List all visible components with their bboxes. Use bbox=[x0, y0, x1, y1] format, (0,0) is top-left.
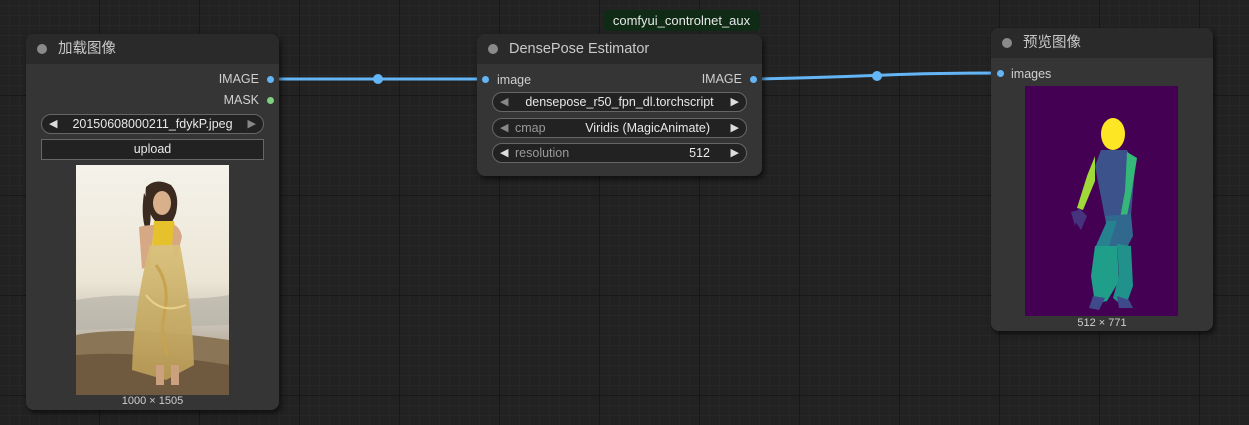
collapse-dot-icon[interactable] bbox=[488, 44, 498, 54]
densepose-output-preview bbox=[1025, 86, 1178, 316]
input-image-label: image bbox=[497, 73, 532, 87]
cmap-select[interactable]: ◀ cmap Viridis (MagicAnimate) ▶ bbox=[492, 118, 747, 138]
loaded-image-preview bbox=[76, 165, 229, 395]
model-select[interactable]: ◀ densepose_r50_fpn_dl.torchscript ▶ bbox=[492, 92, 747, 112]
next-arrow-icon[interactable]: ▶ bbox=[731, 96, 739, 109]
cmap-value: Viridis (MagicAnimate) bbox=[585, 121, 710, 135]
load-image-title: 加载图像 bbox=[58, 41, 116, 57]
resolution-value: 512 bbox=[689, 146, 710, 160]
image-file-select[interactable]: ◀ 20150608000211_fdykP.jpeg ▶ bbox=[41, 114, 264, 134]
resolution-stepper[interactable]: ◀ resolution 512 ▶ bbox=[492, 143, 747, 163]
loaded-image-dimensions: 1000 × 1505 bbox=[121, 395, 184, 407]
input-images-slot[interactable] bbox=[997, 70, 1004, 77]
output-mask-label: MASK bbox=[223, 93, 259, 107]
output-mask-slot[interactable] bbox=[267, 97, 274, 104]
model-value: densepose_r50_fpn_dl.torchscript bbox=[525, 95, 714, 109]
photo-woman-beach bbox=[76, 165, 229, 395]
prev-arrow-icon[interactable]: ◀ bbox=[500, 122, 508, 135]
next-arrow-icon[interactable]: ▶ bbox=[731, 122, 739, 135]
output-image-label: IMAGE bbox=[218, 72, 259, 86]
densepose-title-bar[interactable]: DensePose Estimator bbox=[477, 34, 762, 64]
load-image-title-bar[interactable]: 加载图像 bbox=[26, 34, 279, 64]
output-image-slot[interactable] bbox=[750, 76, 757, 83]
collapse-dot-icon[interactable] bbox=[37, 44, 47, 54]
input-images-label: images bbox=[1011, 67, 1052, 81]
densepose-node[interactable]: DensePose Estimator image IMAGE ◀ densep… bbox=[477, 34, 762, 176]
preview-image-title-bar[interactable]: 预览图像 bbox=[991, 28, 1213, 58]
cmap-label: cmap bbox=[515, 121, 546, 135]
load-image-node[interactable]: 加载图像 IMAGE MASK ◀ 20150608000211_fdykP.j… bbox=[26, 34, 279, 410]
preview-image-dimensions: 512 × 771 bbox=[1077, 317, 1127, 329]
resolution-label: resolution bbox=[515, 146, 570, 160]
densepose-figure bbox=[1025, 86, 1178, 316]
output-image-label: IMAGE bbox=[701, 72, 742, 86]
increment-arrow-icon[interactable]: ▶ bbox=[731, 147, 739, 160]
node-source-badge: comfyui_controlnet_aux bbox=[603, 10, 760, 31]
input-image-slot[interactable] bbox=[482, 76, 489, 83]
upload-button[interactable]: upload bbox=[41, 139, 264, 160]
link-midpoint-2 bbox=[872, 71, 882, 81]
image-file-value: 20150608000211_fdykP.jpeg bbox=[72, 117, 233, 131]
next-arrow-icon[interactable]: ▶ bbox=[248, 118, 256, 131]
preview-image-node[interactable]: 预览图像 images 512 × 771 bbox=[991, 28, 1213, 331]
densepose-title: DensePose Estimator bbox=[509, 41, 650, 57]
preview-image-title: 预览图像 bbox=[1023, 35, 1081, 51]
output-image-slot[interactable] bbox=[267, 76, 274, 83]
collapse-dot-icon[interactable] bbox=[1002, 38, 1012, 48]
link-midpoint-1 bbox=[373, 74, 383, 84]
decrement-arrow-icon[interactable]: ◀ bbox=[500, 147, 508, 160]
